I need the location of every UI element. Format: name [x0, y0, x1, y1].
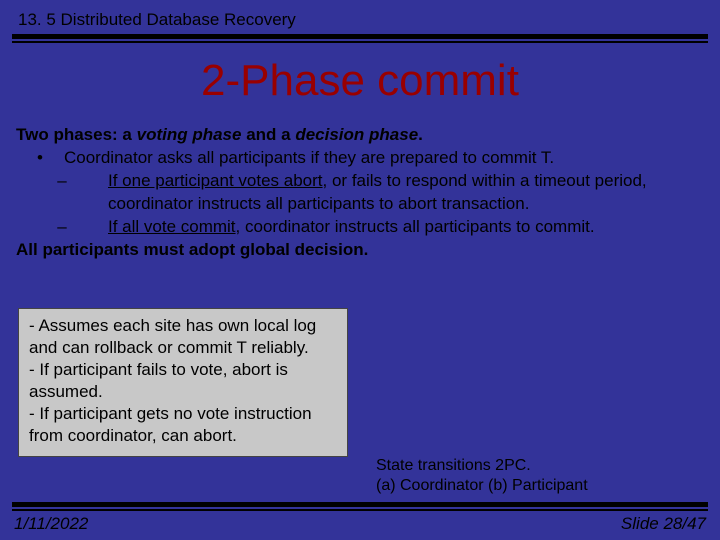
sub1-underline: If one participant votes abort: [108, 171, 323, 190]
bullet-row: • Coordinator asks all participants if t…: [16, 147, 704, 170]
section-label: 13. 5 Distributed Database Recovery: [18, 10, 296, 30]
bullet-mark: •: [16, 147, 64, 170]
dash-mark-1: –: [16, 170, 108, 216]
inset-box: - Assumes each site has own local log an…: [18, 308, 348, 457]
caption-line-1: State transitions 2PC.: [376, 456, 696, 476]
divider-thick-bottom: [12, 502, 708, 507]
box-line-3: - If participant gets no vote instructio…: [29, 403, 337, 447]
box-line-2: - If participant fails to vote, abort is…: [29, 359, 337, 403]
caption-line-2: (a) Coordinator (b) Participant: [376, 476, 696, 496]
lead-pre: Two phases: a: [16, 125, 137, 144]
dash-mark-2: –: [16, 216, 108, 239]
footer-slide-number: Slide 28/47: [621, 514, 706, 534]
figure-caption: State transitions 2PC. (a) Coordinator (…: [376, 456, 696, 496]
bullet-text: Coordinator asks all participants if the…: [64, 147, 704, 170]
lead-em1: voting phase: [137, 125, 242, 144]
sub2-text: If all vote commit, coordinator instruct…: [108, 216, 704, 239]
footer-date: 1/11/2022: [14, 514, 88, 534]
box-line-1: - Assumes each site has own local log an…: [29, 315, 337, 359]
closing-line: All participants must adopt global decis…: [16, 239, 704, 262]
divider-thin: [12, 41, 708, 43]
sub1-text: If one participant votes abort, or fails…: [108, 170, 704, 216]
lead-em2: decision phase: [295, 125, 418, 144]
sub2-rest: , coordinator instructs all participants…: [236, 217, 595, 236]
top-divider: [12, 34, 708, 44]
sub2-underline: If all vote commit: [108, 217, 236, 236]
sub-row-1: – If one participant votes abort, or fai…: [16, 170, 704, 216]
bottom-divider: [12, 502, 708, 512]
slide-title: 2-Phase commit: [0, 56, 720, 106]
body-content: Two phases: a voting phase and a decisio…: [16, 124, 704, 262]
lead-mid: and a: [241, 125, 295, 144]
sub-row-2: – If all vote commit, coordinator instru…: [16, 216, 704, 239]
divider-thick: [12, 34, 708, 39]
lead-post: .: [418, 125, 423, 144]
divider-thin-bottom: [12, 509, 708, 511]
lead-line: Two phases: a voting phase and a decisio…: [16, 124, 704, 147]
